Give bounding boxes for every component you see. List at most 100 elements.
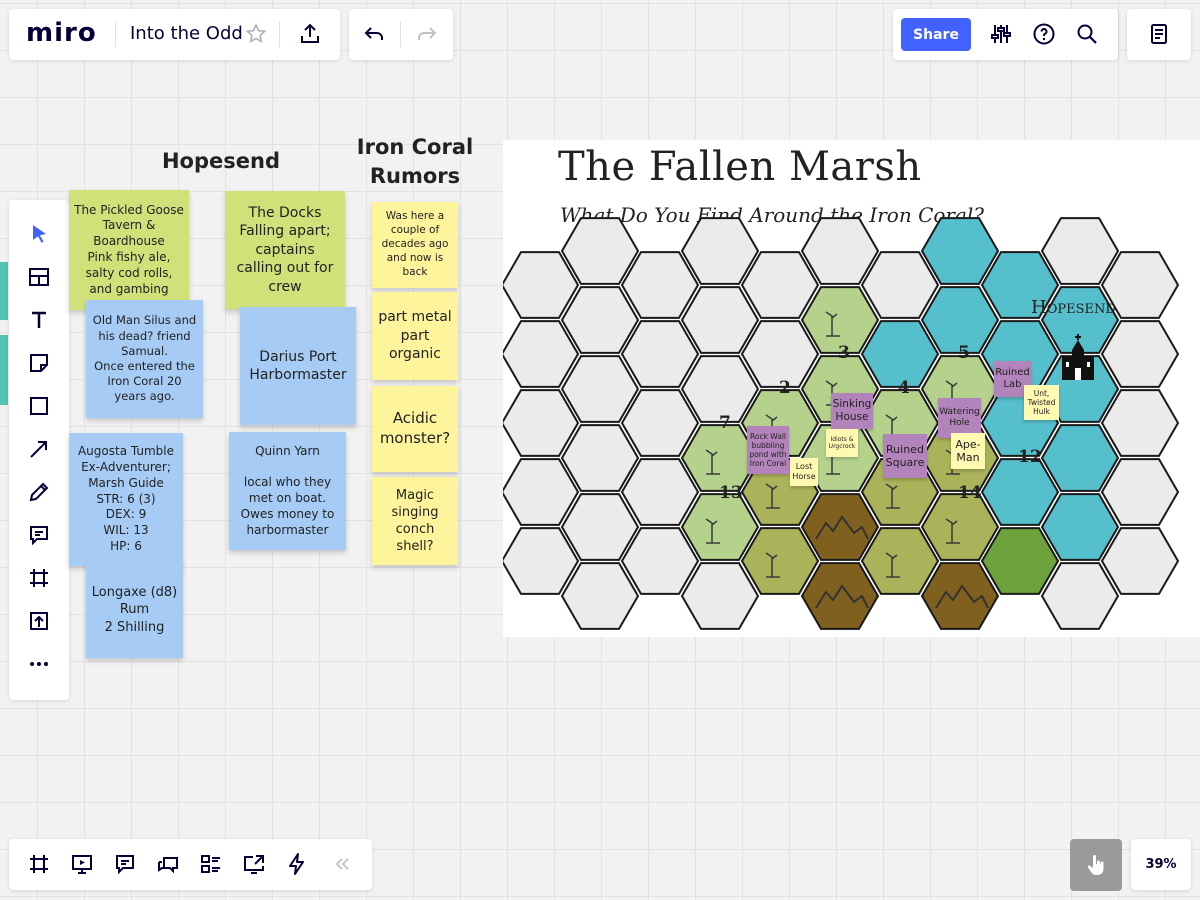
hex-number-label: 4 xyxy=(898,378,910,398)
heading-iron-coral-rumors[interactable]: Iron Coral Rumors xyxy=(350,133,480,192)
settings-sliders-icon[interactable] xyxy=(985,18,1017,50)
pen-icon[interactable] xyxy=(23,476,55,508)
sticky-note-longaxe[interactable]: Longaxe (d8) Rum 2 Shilling xyxy=(86,562,183,658)
undo-icon[interactable] xyxy=(358,18,390,50)
history-bar xyxy=(349,9,453,60)
sticky-note-icon[interactable] xyxy=(23,347,55,379)
comments-icon[interactable] xyxy=(109,848,141,880)
hand-pointer-button[interactable] xyxy=(1070,839,1122,891)
lightning-icon[interactable] xyxy=(281,848,313,880)
sticky-note-darius[interactable]: Darius Port Harbormaster xyxy=(240,307,356,425)
town-label-hopesend: Hopesend xyxy=(1031,297,1116,318)
empty-hex xyxy=(680,562,760,630)
empty-hex xyxy=(620,320,700,388)
church-icon xyxy=(1061,334,1095,380)
empty-hex xyxy=(860,251,940,319)
more-icon[interactable] xyxy=(23,648,55,680)
sticky-note-augosta[interactable]: Augosta Tumble Ex-Adventurer; Marsh Guid… xyxy=(69,433,183,566)
empty-hex xyxy=(560,562,640,630)
miro-logo[interactable]: miro xyxy=(26,18,97,48)
cards-icon[interactable] xyxy=(195,848,227,880)
hex-number-label: 12 xyxy=(1018,447,1042,467)
screen-share-icon[interactable] xyxy=(238,848,270,880)
empty-hex xyxy=(620,527,700,595)
top-left-bar: miro Into the Odd xyxy=(9,9,340,60)
water-hex xyxy=(1040,424,1120,492)
empty-hex xyxy=(503,251,580,319)
frames-icon[interactable] xyxy=(23,848,55,880)
offscreen-sticky-1[interactable] xyxy=(0,262,8,320)
notes-icon[interactable] xyxy=(1143,18,1175,50)
empty-hex xyxy=(1040,217,1120,285)
sticky-note-rumor-1[interactable]: Was here a couple of decades ago and now… xyxy=(372,202,458,288)
map-note-rock-wall[interactable]: Rock Wall bubbling pond with Iron Coral xyxy=(747,426,789,474)
collapse-icon[interactable] xyxy=(326,848,358,880)
map-note-lost-horse[interactable]: Lost Horse xyxy=(790,458,818,486)
templates-icon[interactable] xyxy=(23,261,55,293)
comment-icon[interactable] xyxy=(23,519,55,551)
sticky-note-rumor-4[interactable]: Magic singing conch shell? xyxy=(372,477,458,565)
empty-hex xyxy=(1100,527,1180,595)
shape-icon[interactable] xyxy=(23,390,55,422)
presentation-icon[interactable] xyxy=(66,848,98,880)
swamp-hex xyxy=(860,527,940,595)
empty-hex xyxy=(560,355,640,423)
select-arrow-icon[interactable] xyxy=(23,218,55,250)
bottom-toolbar xyxy=(9,839,372,890)
export-icon[interactable] xyxy=(294,18,326,50)
empty-hex xyxy=(620,389,700,457)
hex-number-label: 13 xyxy=(719,483,743,503)
hex-map-image[interactable]: The Fallen Marsh What Do You Find Around… xyxy=(503,140,1200,637)
chat-icon[interactable] xyxy=(152,848,184,880)
mountain-hex xyxy=(800,562,880,630)
notes-panel-button xyxy=(1127,9,1191,60)
divider xyxy=(115,22,116,47)
map-note-ruined-square[interactable]: Ruined Square xyxy=(883,434,927,478)
offscreen-sticky-2[interactable] xyxy=(0,335,8,405)
empty-hex xyxy=(620,251,700,319)
top-right-bar: Share xyxy=(893,9,1118,60)
empty-hex xyxy=(503,527,580,595)
star-icon[interactable] xyxy=(240,18,272,50)
mountain-hex xyxy=(800,493,880,561)
sticky-note-quinn[interactable]: Quinn Yarn local who they met on boat. O… xyxy=(229,432,346,550)
share-button[interactable]: Share xyxy=(901,18,971,51)
map-note-unt[interactable]: Unt, Twisted Hulk xyxy=(1024,385,1059,420)
map-note-watering-hole[interactable]: Watering Hole xyxy=(938,398,981,438)
empty-hex xyxy=(1100,458,1180,526)
zoom-level: 39% xyxy=(1145,857,1177,872)
map-note-ape-man[interactable]: Ape- Man xyxy=(951,433,985,469)
heading-hopesend[interactable]: Hopesend xyxy=(150,147,292,176)
map-note-sinking-house[interactable]: Sinking House xyxy=(831,393,873,429)
empty-hex xyxy=(503,458,580,526)
hex-grid: 2 3 4 5 7 12 13 14 xyxy=(503,217,1180,630)
forest-hex xyxy=(980,527,1060,595)
text-icon[interactable] xyxy=(23,304,55,336)
left-toolbar xyxy=(9,200,69,700)
search-icon[interactable] xyxy=(1071,18,1103,50)
empty-hex xyxy=(503,320,580,388)
sticky-note-docks[interactable]: The Docks Falling apart; captains callin… xyxy=(225,191,345,309)
empty-hex xyxy=(503,389,580,457)
hex-number-label: 5 xyxy=(958,343,970,363)
sticky-note-pickled-goose[interactable]: The Pickled Goose Tavern & Boardhouse Pi… xyxy=(69,190,189,310)
board-title[interactable]: Into the Odd xyxy=(130,23,243,44)
water-hex xyxy=(1040,493,1120,561)
help-icon[interactable] xyxy=(1028,18,1060,50)
redo-icon[interactable] xyxy=(411,18,443,50)
hex-number-label: 2 xyxy=(779,378,791,398)
sticky-note-old-man[interactable]: Old Man Silus and his dead? friend Samua… xyxy=(86,300,203,418)
upload-icon[interactable] xyxy=(23,605,55,637)
empty-hex xyxy=(740,251,820,319)
mountain-hex xyxy=(920,562,1000,630)
sticky-note-rumor-2[interactable]: part metal part organic xyxy=(372,292,458,380)
sticky-note-rumor-3[interactable]: Acidic monster? xyxy=(372,386,458,472)
hand-pointer-icon xyxy=(1080,849,1112,881)
frame-icon[interactable] xyxy=(23,562,55,594)
zoom-indicator[interactable]: 39% xyxy=(1131,839,1191,890)
map-note-idiots[interactable]: Idiots & Urgcrock xyxy=(826,429,858,457)
swamp-hex xyxy=(920,493,1000,561)
marsh-hex xyxy=(680,493,760,561)
empty-hex xyxy=(1100,320,1180,388)
connector-arrow-icon[interactable] xyxy=(23,433,55,465)
